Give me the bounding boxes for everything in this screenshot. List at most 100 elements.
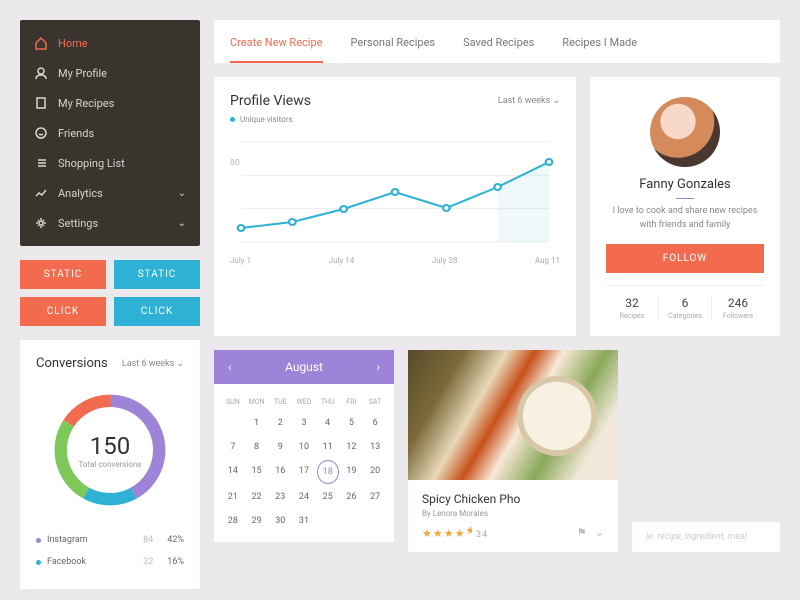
click-button-orange[interactable]: CLICK xyxy=(20,297,106,326)
conversions-total-label: Total conversions xyxy=(79,460,142,469)
profile-card: Fanny Gonzales I love to cook and share … xyxy=(590,77,780,336)
chevron-down-icon: ⌄ xyxy=(178,218,186,229)
sidebar-item-settings[interactable]: Settings⌄ xyxy=(20,208,200,238)
conversions-title: Conversions xyxy=(36,356,108,371)
sidebar-item-my-profile[interactable]: My Profile xyxy=(20,58,200,88)
sidebar-item-label: My Profile xyxy=(58,67,107,80)
recipe-title: Spicy Chicken Pho xyxy=(422,492,604,506)
click-button-blue[interactable]: CLICK xyxy=(114,297,200,326)
chevron-down-icon: ⌄ xyxy=(178,188,186,199)
calendar-day[interactable]: 23 xyxy=(269,486,291,508)
tab-recipes-i-made[interactable]: Recipes I Made xyxy=(562,36,637,63)
calendar-month: August xyxy=(285,360,323,374)
sidebar-item-label: My Recipes xyxy=(58,97,114,110)
calendar-day[interactable]: 4 xyxy=(317,412,339,434)
calendar-day[interactable]: 11 xyxy=(317,436,339,458)
calendar-day[interactable]: 9 xyxy=(269,436,291,458)
calendar-day[interactable]: 3 xyxy=(293,412,315,434)
tab-create-new-recipe[interactable]: Create New Recipe xyxy=(230,36,323,63)
tabs-bar: Create New Recipe Personal Recipes Saved R… xyxy=(214,20,780,63)
calendar-day xyxy=(341,510,363,532)
calendar-day[interactable]: 20 xyxy=(364,460,386,484)
calendar-day[interactable]: 1 xyxy=(246,412,268,434)
button-row: STATIC STATIC CLICK CLICK xyxy=(20,260,200,326)
search-placeholder[interactable]: ie. recipe, ingredient, meal xyxy=(646,532,747,542)
conversion-row: Instagram8442% xyxy=(36,529,184,551)
calendar-day[interactable]: 25 xyxy=(317,486,339,508)
calendar-day[interactable]: 6 xyxy=(364,412,386,434)
sidebar: Home My Profile My Recipes Friends Shopping … xyxy=(20,20,200,246)
conversions-donut: 150 Total conversions xyxy=(45,385,175,515)
profile-views-legend: Unique visitors xyxy=(230,115,560,124)
calendar-day[interactable]: 2 xyxy=(269,412,291,434)
static-button-orange[interactable]: STATIC xyxy=(20,260,106,289)
calendar-day[interactable]: 18 xyxy=(317,460,339,484)
calendar-day[interactable]: 30 xyxy=(269,510,291,532)
calendar-dow: SAT xyxy=(364,394,386,410)
tab-personal-recipes[interactable]: Personal Recipes xyxy=(351,36,436,63)
book-icon xyxy=(34,96,48,110)
calendar-day[interactable]: 13 xyxy=(364,436,386,458)
calendar-day[interactable]: 5 xyxy=(341,412,363,434)
sidebar-item-friends[interactable]: Friends xyxy=(20,118,200,148)
sidebar-item-label: Shopping List xyxy=(58,157,125,170)
sidebar-item-my-recipes[interactable]: My Recipes xyxy=(20,88,200,118)
calendar-day xyxy=(364,510,386,532)
bookmark-icon[interactable]: ⚑ xyxy=(577,526,587,539)
static-button-blue[interactable]: STATIC xyxy=(114,260,200,289)
gear-icon xyxy=(34,216,48,230)
sidebar-item-home[interactable]: Home xyxy=(20,28,200,58)
calendar-day[interactable]: 21 xyxy=(222,486,244,508)
recipe-card: Spicy Chicken Pho By Lenora Morales ★★★★… xyxy=(408,350,618,552)
calendar-day[interactable]: 26 xyxy=(341,486,363,508)
smile-icon xyxy=(34,126,48,140)
sidebar-item-analytics[interactable]: Analytics ⌄ xyxy=(20,178,200,208)
calendar-day[interactable]: 22 xyxy=(246,486,268,508)
profile-stat: 6Categories xyxy=(658,296,711,320)
calendar-prev[interactable]: ‹ xyxy=(228,360,232,374)
calendar-day[interactable]: 14 xyxy=(222,460,244,484)
profile-stat: 32Recipes xyxy=(606,296,658,320)
calendar-day[interactable]: 15 xyxy=(246,460,268,484)
follow-button[interactable]: FOLLOW xyxy=(606,244,764,273)
tab-saved-recipes[interactable]: Saved Recipes xyxy=(463,36,534,63)
avatar xyxy=(650,97,720,167)
sidebar-item-label: Home xyxy=(58,37,88,50)
calendar-dow: TUE xyxy=(269,394,291,410)
sidebar-item-label: Friends xyxy=(58,127,94,140)
conversions-range[interactable]: Last 6 weeks ⌄ xyxy=(122,359,184,369)
sidebar-item-shopping-list[interactable]: Shopping List xyxy=(20,148,200,178)
calendar-day[interactable]: 8 xyxy=(246,436,268,458)
chart-icon xyxy=(34,186,48,200)
line-chart: 80 xyxy=(230,132,560,252)
calendar-day[interactable]: 10 xyxy=(293,436,315,458)
calendar-day[interactable]: 24 xyxy=(293,486,315,508)
calendar-day[interactable]: 28 xyxy=(222,510,244,532)
calendar-day[interactable]: 12 xyxy=(341,436,363,458)
conversion-row: Facebook3216% xyxy=(36,551,184,573)
list-icon xyxy=(34,156,48,170)
svg-text:80: 80 xyxy=(230,158,240,168)
recipe-rating: ★★★★★34 xyxy=(422,524,488,540)
calendar-day xyxy=(317,510,339,532)
calendar-day[interactable]: 31 xyxy=(293,510,315,532)
calendar-day[interactable]: 19 xyxy=(341,460,363,484)
user-icon xyxy=(34,66,48,80)
calendar-day[interactable]: 7 xyxy=(222,436,244,458)
calendar-next[interactable]: › xyxy=(376,360,380,374)
profile-views-title: Profile Views xyxy=(230,93,311,109)
calendar-day[interactable]: 17 xyxy=(293,460,315,484)
profile-name: Fanny Gonzales xyxy=(606,177,764,192)
chevron-down-icon: ⌄ xyxy=(552,96,560,106)
search-card: ie. recipe, ingredient, meal xyxy=(632,522,780,552)
calendar-day[interactable]: 29 xyxy=(246,510,268,532)
profile-bio: I love to cook and share new recipes wit… xyxy=(606,205,764,232)
calendar-dow: MON xyxy=(246,394,268,410)
calendar-day[interactable]: 27 xyxy=(364,486,386,508)
expand-icon[interactable]: ⌄ xyxy=(595,526,604,539)
profile-views-range[interactable]: Last 6 weeks ⌄ xyxy=(498,96,560,106)
calendar-day[interactable]: 16 xyxy=(269,460,291,484)
calendar-dow: THU xyxy=(317,394,339,410)
sidebar-item-label: Analytics xyxy=(58,187,103,200)
home-icon xyxy=(34,36,48,50)
